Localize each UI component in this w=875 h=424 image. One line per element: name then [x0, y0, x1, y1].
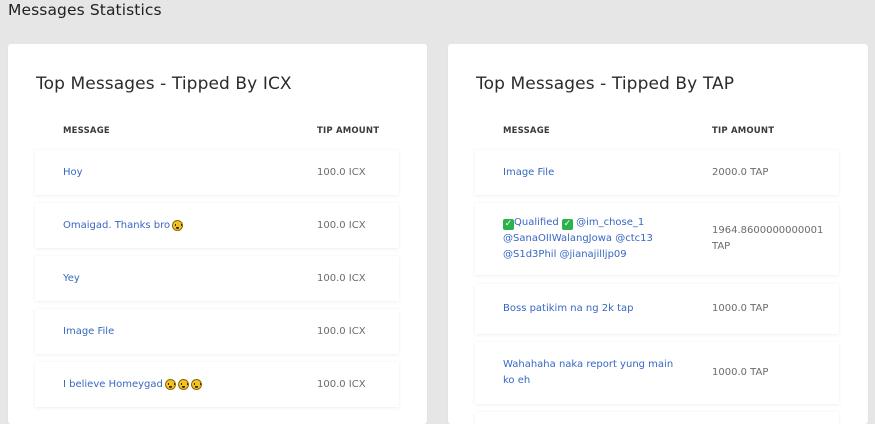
hugging-face-emoji-icon — [172, 220, 184, 231]
message-text: ko eh — [503, 375, 531, 386]
table-row: Omaigad. Thanks bro 100.0 ICX — [35, 203, 399, 248]
tip-amount: 100.0 ICX — [317, 272, 366, 284]
message-link[interactable]: Wahahaha naka report yung main ko eh — [503, 342, 673, 404]
table-row: Wahahaha naka report yung main ko eh 100… — [475, 342, 839, 404]
grinning-face-emoji-icon — [164, 379, 176, 390]
table-row: Hoy 100.0 ICX — [35, 150, 399, 195]
tip-amount: 100.0 ICX — [317, 378, 366, 390]
message-link[interactable]: Boss patikim na ng 2k tap — [503, 284, 633, 334]
grinning-face-emoji-icon — [190, 379, 202, 390]
message-link[interactable]: Image File — [63, 309, 114, 354]
message-text: Omaigad. Thanks bro — [63, 219, 171, 231]
column-header-tip-amount: TIP AMOUNT — [712, 126, 775, 136]
table-row: I believe Homeygad 100.0 ICX — [35, 362, 399, 407]
message-link[interactable]: ✓ Qualified ✓ @im_chose_1 @SanaOIIWalangJ… — [503, 203, 653, 275]
table-row: Boss patikim na ng 2k tap 1000.0 TAP — [475, 284, 839, 334]
message-link[interactable]: Hoy — [63, 150, 83, 195]
table-row: Image File 100.0 ICX — [35, 309, 399, 354]
table-row: Yey 100.0 ICX — [35, 256, 399, 301]
message-text: @S1d3Phil @jianajilljp09 — [503, 249, 627, 260]
message-text: @im_chose_1 — [576, 217, 645, 228]
column-header-message: MESSAGE — [63, 126, 110, 136]
tip-amount: 100.0 ICX — [317, 325, 366, 337]
tip-amount-unit: TAP — [712, 241, 731, 252]
table-row: ✓ Qualified ✓ @im_chose_1 @SanaOIIWalangJ… — [475, 203, 839, 275]
tap-messages-card: Top Messages - Tipped By TAP MESSAGE TIP… — [448, 44, 868, 424]
tip-amount: 2000.0 TAP — [712, 166, 769, 178]
message-text: Wahahaha naka report yung main — [503, 359, 674, 370]
tip-amount-value: 1964.8600000000001 — [712, 225, 824, 236]
message-link[interactable]: Image File — [503, 150, 554, 195]
card-title: Top Messages - Tipped By TAP — [476, 74, 735, 94]
column-header-message: MESSAGE — [503, 126, 550, 136]
tip-amount: 1000.0 TAP — [712, 303, 769, 314]
tip-amount: 100.0 ICX — [317, 166, 366, 178]
message-text: Qualified — [514, 217, 559, 228]
tip-amount: 1000.0 TAP — [712, 367, 769, 378]
check-mark-icon: ✓ — [561, 219, 573, 230]
check-mark-icon: ✓ — [503, 219, 514, 230]
message-link[interactable]: I believe Homeygad — [63, 362, 202, 407]
icx-messages-card: Top Messages - Tipped By ICX MESSAGE TIP… — [8, 44, 427, 424]
message-text: I believe Homeygad — [63, 378, 163, 390]
message-text: @SanaOIIWalangJowa @ctc13 — [503, 233, 653, 244]
message-link[interactable]: Omaigad. Thanks bro — [63, 203, 184, 248]
column-header-tip-amount: TIP AMOUNT — [317, 126, 380, 136]
table-row — [475, 412, 839, 424]
grinning-face-emoji-icon — [177, 379, 189, 390]
message-link[interactable]: Yey — [63, 256, 80, 301]
tip-amount: 1964.8600000000001 TAP — [712, 203, 823, 275]
table-row: Image File 2000.0 TAP — [475, 150, 839, 195]
tip-amount: 100.0 ICX — [317, 219, 366, 231]
page-title: Messages Statistics — [8, 1, 162, 19]
card-title: Top Messages - Tipped By ICX — [36, 74, 292, 94]
